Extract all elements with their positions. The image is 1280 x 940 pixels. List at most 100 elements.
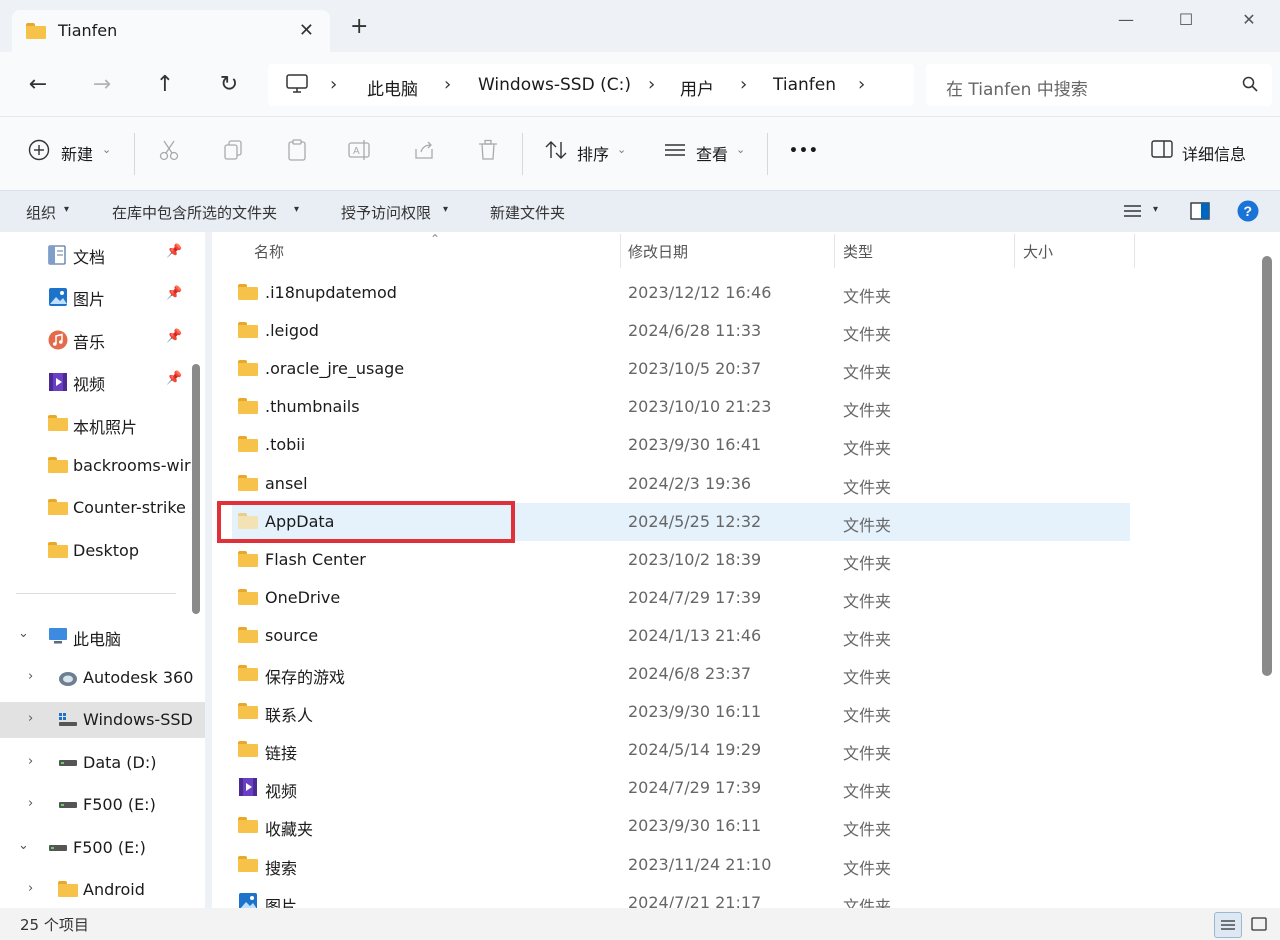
tab-close-icon[interactable]: ✕ <box>299 20 314 41</box>
sidebar-item-desktop[interactable]: Desktop <box>0 533 188 569</box>
share-icon[interactable] <box>413 139 435 165</box>
details-button[interactable]: 详细信息 <box>1182 141 1246 165</box>
column-header-modified[interactable]: 修改日期 <box>628 241 688 262</box>
window-tab[interactable]: Tianfen ✕ <box>12 10 330 52</box>
column-header-size[interactable]: 大小 <box>1023 241 1053 262</box>
help-icon[interactable]: ? <box>1237 200 1259 226</box>
breadcrumb-separator[interactable]: › <box>740 74 747 95</box>
sidebar-item-music[interactable]: 音乐 📌 <box>0 321 188 357</box>
view-button[interactable]: 查看 <box>696 141 728 165</box>
up-button[interactable]: ↑ <box>151 72 179 100</box>
chevron-down-icon[interactable]: ⌄ <box>18 838 29 853</box>
rename-icon[interactable]: A <box>348 139 372 165</box>
sidebar-scrollbar[interactable] <box>192 364 200 614</box>
new-tab-button[interactable]: + <box>350 16 368 38</box>
table-row[interactable]: .oracle_jre_usage 2023/10/5 20:37 文件夹 <box>232 350 1130 388</box>
table-row[interactable]: .i18nupdatemod 2023/12/12 16:46 文件夹 <box>232 274 1130 312</box>
breadcrumb-tianfen[interactable]: Tianfen <box>773 75 836 95</box>
more-options-button[interactable]: ••• <box>789 143 819 159</box>
table-row[interactable]: source 2024/1/13 21:46 文件夹 <box>232 617 1130 655</box>
minimize-button[interactable]: — <box>1114 10 1138 34</box>
breadcrumb-separator[interactable]: › <box>858 74 865 95</box>
copy-icon[interactable] <box>222 139 244 165</box>
dropdown-arrow-icon[interactable]: ▾ <box>1153 204 1158 215</box>
breadcrumb-separator[interactable]: › <box>444 74 451 95</box>
sidebar-item-data-d[interactable]: › Data (D:) <box>0 745 188 781</box>
breadcrumb-separator[interactable]: › <box>648 74 655 95</box>
chevron-right-icon[interactable]: › <box>28 881 33 896</box>
sidebar-item-this-pc[interactable]: ⌄ 此电脑 <box>0 618 188 654</box>
column-divider[interactable] <box>620 234 621 268</box>
search-input[interactable]: 在 Tianfen 中搜索 <box>926 64 1272 106</box>
column-header-type[interactable]: 类型 <box>843 241 873 262</box>
sidebar-item-f500-e[interactable]: › F500 (E:) <box>0 787 188 823</box>
folder-icon <box>238 360 258 380</box>
breadcrumb-drive[interactable]: Windows-SSD (C:) <box>478 75 631 95</box>
chevron-right-icon[interactable]: › <box>28 711 33 726</box>
organize-menu[interactable]: 组织 <box>26 202 56 223</box>
maximize-button[interactable]: ☐ <box>1174 10 1198 34</box>
address-bar[interactable]: › 此电脑 › Windows-SSD (C:) › 用户 › Tianfen … <box>268 64 914 106</box>
chevron-down-icon[interactable]: ⌄ <box>18 626 29 641</box>
new-folder-button[interactable]: 新建文件夹 <box>490 202 565 223</box>
sort-button[interactable]: 排序 <box>577 141 609 165</box>
dropdown-arrow-icon[interactable]: ▾ <box>443 204 448 215</box>
file-list: ⌃ 名称 修改日期 类型 大小 .i18nupdatemod 2023/12/12… <box>212 232 1280 908</box>
sidebar-item-backrooms[interactable]: backrooms-wir <box>0 448 191 484</box>
forward-button[interactable]: → <box>88 72 116 100</box>
table-row[interactable]: .tobii 2023/9/30 16:41 文件夹 <box>232 426 1130 464</box>
new-button[interactable]: 新建 <box>61 141 93 165</box>
chevron-right-icon[interactable]: › <box>28 669 33 684</box>
chevron-down-icon[interactable]: ⌄ <box>102 143 111 156</box>
cut-icon[interactable] <box>158 139 180 165</box>
sidebar-item-videos[interactable]: 视频 📌 <box>0 363 188 399</box>
change-view-icon[interactable] <box>1124 203 1142 223</box>
sidebar-item-counter-strike[interactable]: Counter-strike <box>0 490 188 526</box>
chevron-right-icon[interactable]: › <box>28 754 33 769</box>
column-divider[interactable] <box>1014 234 1015 268</box>
sidebar-item-f500-e-root[interactable]: ⌄ F500 (E:) <box>0 830 188 866</box>
table-row[interactable]: ansel 2024/2/3 19:36 文件夹 <box>232 465 1130 503</box>
table-row[interactable]: 图片 2024/7/21 21:17 文件夹 <box>232 884 1130 908</box>
chevron-down-icon[interactable]: ⌄ <box>617 143 626 156</box>
table-row[interactable]: OneDrive 2024/7/29 17:39 文件夹 <box>232 579 1130 617</box>
table-row[interactable]: 视频 2024/7/29 17:39 文件夹 <box>232 769 1130 807</box>
sidebar-item-documents[interactable]: 文档 📌 <box>0 236 188 272</box>
large-icons-view-button[interactable] <box>1246 912 1274 938</box>
share-access-menu[interactable]: 授予访问权限 <box>341 202 431 223</box>
breadcrumb-users[interactable]: 用户 <box>680 75 714 100</box>
table-row[interactable]: 保存的游戏 2024/6/8 23:37 文件夹 <box>232 655 1130 693</box>
table-row[interactable]: 联系人 2023/9/30 16:11 文件夹 <box>232 693 1130 731</box>
sidebar-item-android[interactable]: › Android <box>0 872 188 908</box>
table-row[interactable]: 收藏夹 2023/9/30 16:11 文件夹 <box>232 807 1130 845</box>
include-in-library-menu[interactable]: 在库中包含所选的文件夹 <box>112 202 277 223</box>
preview-pane-icon[interactable] <box>1190 202 1210 224</box>
table-row[interactable]: 链接 2024/5/14 19:29 文件夹 <box>232 731 1130 769</box>
sidebar-item-pictures[interactable]: 图片 📌 <box>0 278 188 314</box>
breadcrumb-this-pc[interactable]: 此电脑 <box>367 75 418 100</box>
column-divider[interactable] <box>834 234 835 268</box>
documents-icon <box>48 245 66 269</box>
details-view-button[interactable] <box>1214 912 1242 938</box>
chevron-down-icon[interactable]: ⌄ <box>736 143 745 156</box>
sidebar-item-local-photos[interactable]: 本机照片 <box>0 406 188 442</box>
column-divider[interactable] <box>1134 234 1135 268</box>
back-button[interactable]: ← <box>24 72 52 100</box>
refresh-button[interactable]: ↻ <box>215 72 243 100</box>
file-list-scrollbar[interactable] <box>1262 256 1272 676</box>
chevron-right-icon[interactable]: › <box>28 796 33 811</box>
dropdown-arrow-icon[interactable]: ▾ <box>64 204 69 215</box>
table-row[interactable]: .thumbnails 2023/10/10 21:23 文件夹 <box>232 388 1130 426</box>
table-row[interactable]: .leigod 2024/6/28 11:33 文件夹 <box>232 312 1130 350</box>
table-row[interactable]: 搜索 2023/11/24 21:10 文件夹 <box>232 846 1130 884</box>
windows-drive-icon <box>58 711 78 731</box>
column-header-name[interactable]: 名称 <box>254 241 284 262</box>
table-row[interactable]: Flash Center 2023/10/2 18:39 文件夹 <box>232 541 1130 579</box>
delete-icon[interactable] <box>477 139 499 165</box>
sidebar-item-windows-ssd[interactable]: › Windows-SSD <box>0 702 205 738</box>
sidebar-item-autodesk[interactable]: › Autodesk 360 <box>0 660 193 696</box>
paste-icon[interactable] <box>286 139 308 165</box>
close-window-button[interactable]: ✕ <box>1237 10 1261 34</box>
divider <box>522 133 523 175</box>
dropdown-arrow-icon[interactable]: ▾ <box>294 204 299 215</box>
